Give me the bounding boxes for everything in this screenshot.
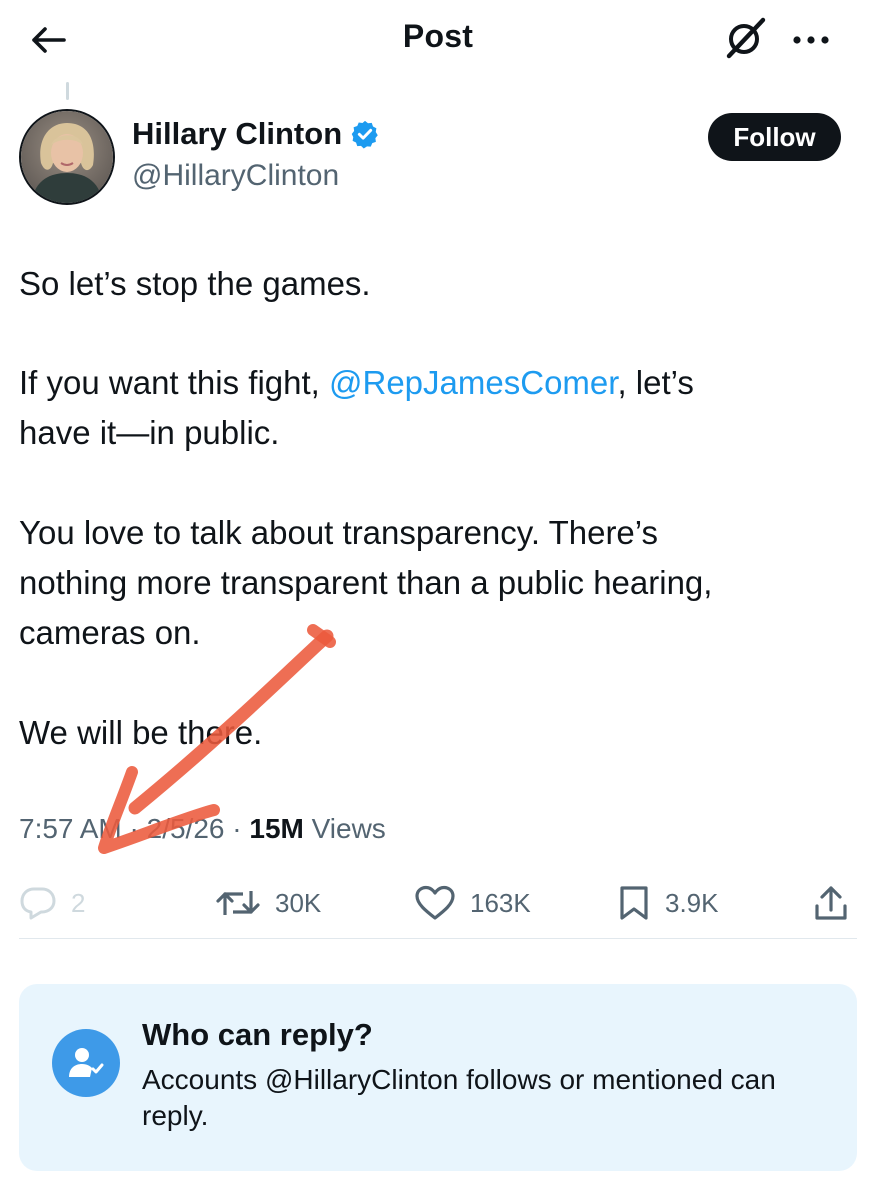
repost-icon	[216, 891, 260, 915]
divider	[19, 938, 857, 939]
reply-settings-title: Who can reply?	[142, 1017, 373, 1052]
repost-count: 30K	[275, 887, 322, 918]
post-date[interactable]: 2/5/26	[147, 813, 225, 844]
repost-button[interactable]: 30K	[215, 880, 321, 926]
post-meta: 7:57 AM · 2/5/26 · 15M Views	[19, 813, 386, 845]
more-options-button[interactable]	[787, 20, 835, 60]
reply-count: 2	[71, 887, 86, 918]
meta-separator: ·	[121, 813, 147, 844]
bookmark-button[interactable]: 3.9K	[617, 880, 719, 926]
author-name[interactable]: Hillary Clinton	[132, 116, 380, 152]
grok-button[interactable]	[722, 15, 768, 61]
views-count[interactable]: 15M	[249, 813, 303, 844]
grok-icon	[726, 17, 766, 59]
share-button[interactable]	[812, 880, 850, 926]
reply-icon	[20, 887, 56, 920]
post-text-line: So let’s stop the games.	[19, 265, 371, 302]
post-text-segment: If you want this fight,	[19, 364, 329, 401]
meta-separator: ·	[224, 813, 250, 844]
post-time[interactable]: 7:57 AM	[19, 813, 122, 844]
heart-icon	[415, 885, 455, 920]
like-button[interactable]: 163K	[414, 880, 531, 926]
user-check-icon	[69, 1048, 104, 1077]
post-text-segment: , let’s	[617, 364, 694, 401]
verified-badge-icon	[351, 120, 378, 149]
follow-button[interactable]: Follow	[708, 113, 841, 161]
more-horizontal-icon	[793, 36, 829, 44]
post-text-line: cameras on.	[19, 614, 201, 651]
share-icon	[815, 886, 847, 920]
reply-button[interactable]: 2	[19, 880, 85, 926]
post-text-line: have it—in public.	[19, 414, 280, 451]
post-text-line: You love to talk about transparency. The…	[19, 514, 659, 551]
like-count: 163K	[470, 887, 531, 918]
post-text-line: nothing more transparent than a public h…	[19, 564, 713, 601]
reply-settings-description: Accounts @HillaryClinton follows or ment…	[142, 1064, 776, 1131]
reply-settings-icon-badge	[52, 1029, 120, 1097]
author-name-label: Hillary Clinton	[132, 116, 343, 151]
author-handle[interactable]: @HillaryClinton	[132, 159, 339, 193]
bookmark-icon	[620, 886, 648, 920]
thread-connector-line	[66, 82, 69, 100]
avatar[interactable]	[19, 109, 115, 205]
post-text-line: If you want this fight, @RepJamesComer, …	[19, 358, 694, 408]
mention-link[interactable]: @RepJamesComer	[329, 364, 617, 401]
bookmark-count: 3.9K	[665, 887, 719, 918]
views-label[interactable]: Views	[304, 813, 386, 844]
post-text-line: We will be there.	[19, 714, 263, 751]
